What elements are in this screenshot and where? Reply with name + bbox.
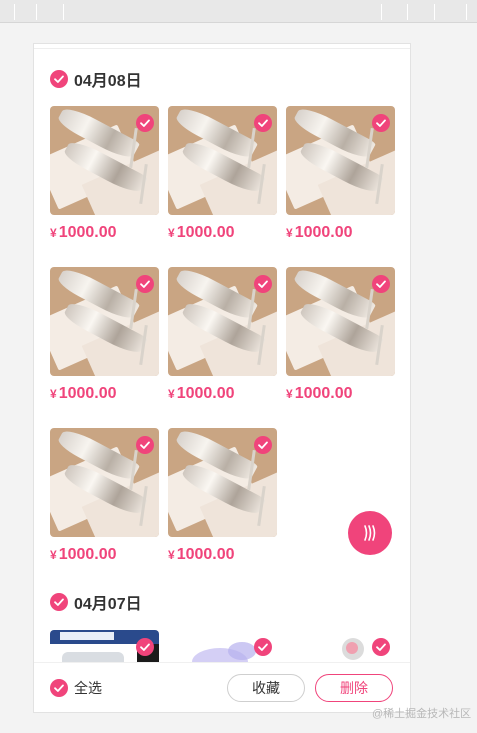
product-image[interactable] [50,106,159,215]
price-value: 1000.00 [176,224,235,241]
product-card[interactable]: ¥1000.00 [168,106,277,244]
product-image[interactable] [286,106,395,215]
toolbar-divider [36,4,37,20]
product-price: ¥1000.00 [50,385,159,405]
product-image[interactable] [168,428,277,537]
check-circle-icon[interactable] [50,593,68,611]
check-circle-icon[interactable] [372,275,390,293]
select-all-label: 全选 [74,680,102,696]
product-image[interactable] [50,267,159,376]
price-value: 1000.00 [58,385,117,402]
check-circle-icon[interactable] [50,70,68,88]
check-circle-icon[interactable] [136,436,154,454]
toolbar-divider [381,4,382,20]
product-price: ¥1000.00 [168,546,277,566]
product-card[interactable]: ¥1000.00 [50,428,159,566]
toolbar-divider [63,4,64,20]
date-group-header[interactable]: 04月07日 [50,591,142,613]
watermark: @稀土掘金技术社区 [372,708,472,720]
price-value: 1000.00 [176,385,235,402]
currency-symbol: ¥ [168,548,175,562]
product-image[interactable] [168,106,277,215]
currency-symbol: ¥ [286,387,293,401]
price-value: 1000.00 [176,546,235,563]
toolbar-divider [407,4,408,20]
check-circle-icon[interactable] [372,114,390,132]
check-circle-icon[interactable] [254,436,272,454]
product-card[interactable]: ¥1000.00 [50,106,159,244]
product-price: ¥1000.00 [168,224,277,244]
check-circle-icon[interactable] [136,275,154,293]
toolbar-divider [14,4,15,20]
check-circle-icon[interactable] [254,638,272,656]
date-group-header[interactable]: 04月08日 [50,68,142,90]
product-image[interactable] [286,267,395,376]
toolbar-divider [434,4,435,20]
product-price: ¥1000.00 [50,224,159,244]
check-circle-icon[interactable] [136,638,154,656]
price-value: 1000.00 [294,224,353,241]
product-card[interactable]: ¥1000.00 [286,106,395,244]
currency-symbol: ¥ [168,387,175,401]
check-circle-icon[interactable] [50,679,68,697]
product-image[interactable] [50,428,159,537]
product-card[interactable]: ¥1000.00 [286,267,395,405]
check-circle-icon[interactable] [254,275,272,293]
delete-button[interactable]: 删除 [315,674,393,702]
product-card[interactable]: ¥1000.00 [168,428,277,566]
divider [34,48,410,49]
product-price: ¥1000.00 [50,546,159,566]
product-price: ¥1000.00 [286,385,395,405]
product-card[interactable]: ¥1000.00 [50,267,159,405]
toolbar-divider [466,4,467,20]
product-image[interactable] [168,267,277,376]
product-card[interactable]: ¥1000.00 [168,267,277,405]
check-circle-icon[interactable] [372,638,390,656]
price-value: 1000.00 [58,546,117,563]
date-group-title: 04月08日 [74,73,142,90]
product-price: ¥1000.00 [286,224,395,244]
collect-button[interactable]: 收藏 [227,674,305,702]
currency-symbol: ¥ [168,226,175,240]
currency-symbol: ¥ [50,226,57,240]
check-circle-icon[interactable] [136,114,154,132]
floating-action-button[interactable] [348,511,392,555]
check-circle-icon[interactable] [254,114,272,132]
browser-toolbar [0,0,477,23]
product-price: ¥1000.00 [168,385,277,405]
currency-symbol: ¥ [286,226,293,240]
wave-lines-icon [364,525,376,541]
currency-symbol: ¥ [50,548,57,562]
select-all-toggle[interactable]: 全选 [50,678,102,698]
currency-symbol: ¥ [50,387,57,401]
bottom-action-bar: 全选 收藏 删除 [34,662,410,712]
price-value: 1000.00 [294,385,353,402]
price-value: 1000.00 [58,224,117,241]
date-group-title: 04月07日 [74,596,142,613]
favorites-panel: 04月08日 ¥1000.00 ¥1000.00 ¥1000.00 ¥1000.… [33,43,411,713]
